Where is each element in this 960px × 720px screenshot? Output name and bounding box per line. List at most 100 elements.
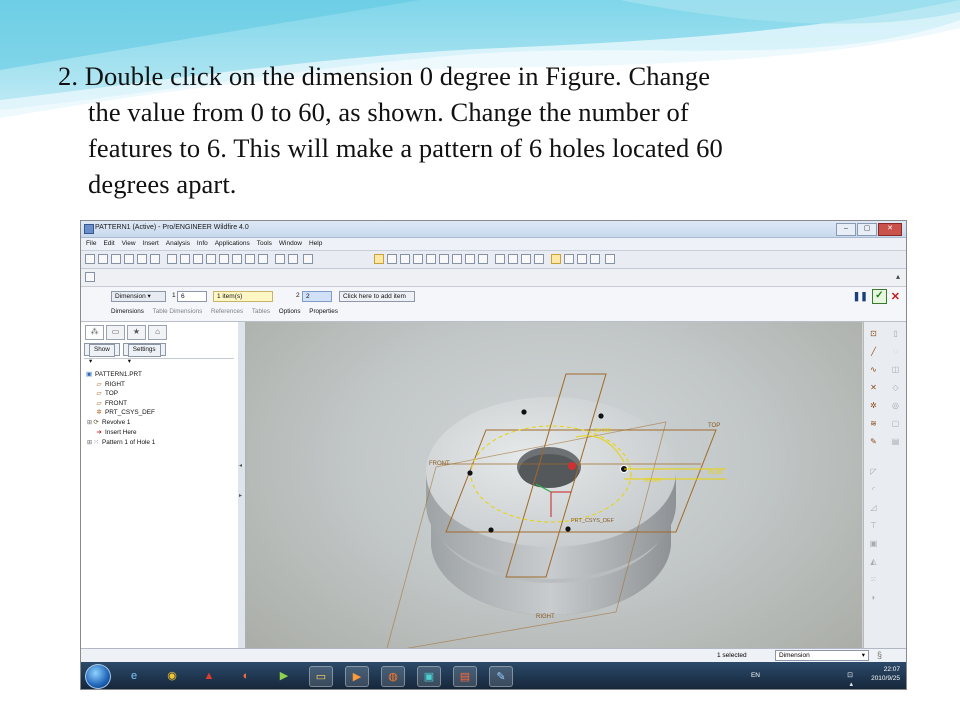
tree-item-csys[interactable]: ✲ PRT_CSYS_DEF — [85, 408, 155, 418]
powerpoint-icon[interactable]: ▤ — [453, 666, 477, 687]
tree-item-insert-here[interactable]: ➔ Insert Here — [85, 428, 155, 438]
view-manager-icon[interactable] — [478, 254, 488, 264]
angle-dimension[interactable]: 25.000 — [594, 428, 611, 434]
status-info-icon[interactable]: § — [877, 650, 882, 660]
shading-icon[interactable] — [534, 254, 544, 264]
direction2-add-item[interactable]: Click here to add item — [339, 291, 415, 302]
reorient-icon[interactable] — [439, 254, 449, 264]
thicken-tool-icon[interactable]: ◗ — [868, 592, 879, 603]
menu-analysis[interactable]: Analysis — [166, 238, 190, 250]
menu-tools[interactable]: Tools — [257, 238, 272, 250]
connections-tab-icon[interactable]: ⌂ — [148, 325, 167, 340]
merge-tool-icon[interactable]: ▣ — [868, 538, 879, 549]
rib-tool-icon[interactable]: ▤ — [890, 436, 901, 447]
layers-icon[interactable] — [465, 254, 475, 264]
cut-icon[interactable] — [193, 254, 203, 264]
refit-icon[interactable] — [426, 254, 436, 264]
tab-properties[interactable]: Properties — [309, 308, 338, 315]
tab-tables[interactable]: Tables — [252, 308, 270, 315]
datum-points-icon[interactable] — [577, 254, 587, 264]
csys-tool-icon[interactable]: ✲ — [868, 400, 879, 411]
tab-references[interactable]: References — [211, 308, 243, 315]
proe-taskbar-icon[interactable]: ▣ — [417, 666, 441, 687]
close-button[interactable]: ✕ — [878, 223, 902, 236]
shell-tool-icon[interactable]: ▢ — [890, 418, 901, 429]
direction1-count-input[interactable]: 6 — [177, 291, 207, 302]
cancel-icon[interactable]: ✕ — [891, 290, 900, 303]
tree-item-pattern[interactable]: ⊞⁙ Pattern 1 of Hole 1 — [85, 438, 155, 449]
zoom-in-icon[interactable] — [400, 254, 410, 264]
tab-table-dimensions[interactable]: Table Dimensions — [153, 308, 203, 315]
trim-tool-icon[interactable]: ◭ — [868, 556, 879, 567]
menu-window[interactable]: Window — [279, 238, 302, 250]
no-hidden-icon[interactable] — [521, 254, 531, 264]
direction2-count-input[interactable]: 2 — [302, 291, 332, 302]
orient-icon[interactable] — [374, 254, 384, 264]
sketch-curve-tool-icon[interactable]: ∿ — [868, 364, 879, 375]
draft-tool-icon[interactable]: ◸ — [868, 466, 879, 477]
extrude-tool-icon[interactable]: ▯ — [890, 328, 901, 339]
wireframe-icon[interactable] — [495, 254, 505, 264]
tray-icons[interactable]: ⊡ ▴ ▮ ♪ ▂ — [847, 671, 856, 689]
media-player-icon[interactable]: ▶ — [345, 666, 369, 687]
clock-time[interactable]: 22:07 — [871, 665, 900, 674]
panel-splitter[interactable]: ◂ ▸ — [238, 322, 246, 667]
paste-icon[interactable] — [219, 254, 229, 264]
revolve-tool-icon[interactable]: ◌ — [890, 346, 901, 357]
menu-edit[interactable]: Edit — [103, 238, 114, 250]
search-icon[interactable] — [275, 254, 285, 264]
collapse-left-icon[interactable]: ◂ — [239, 462, 242, 469]
undo-icon[interactable] — [167, 254, 177, 264]
creo-icon[interactable]: ◐ — [235, 666, 257, 685]
tree-item-revolve[interactable]: ⊞⟳ Revolve 1 — [85, 418, 155, 429]
analysis-tool-icon[interactable]: ≋ — [868, 418, 879, 429]
email-link-icon[interactable] — [150, 254, 160, 264]
menu-insert[interactable]: Insert — [143, 238, 159, 250]
menu-info[interactable]: Info — [197, 238, 208, 250]
redo-icon[interactable] — [180, 254, 190, 264]
copy-icon[interactable] — [206, 254, 216, 264]
smart-filter-icon[interactable] — [85, 272, 95, 282]
paste-special-icon[interactable] — [232, 254, 242, 264]
tree-item-front[interactable]: ▱ FRONT — [85, 399, 155, 409]
new-file-icon[interactable] — [85, 254, 95, 264]
selection-filter-dropdown[interactable]: Dimension ▾ — [775, 650, 869, 661]
menu-file[interactable]: File — [86, 238, 96, 250]
select-box-icon[interactable] — [303, 254, 313, 264]
chrome-icon[interactable]: ◉ — [161, 666, 183, 685]
email-icon[interactable] — [137, 254, 147, 264]
mirror-tool-icon[interactable]: ⊤ — [868, 520, 879, 531]
ie-icon[interactable]: e — [123, 666, 145, 685]
collapse-arrow-icon[interactable]: ▴ — [896, 272, 900, 281]
round-tool-icon[interactable]: ◜ — [868, 484, 879, 495]
expand-right-icon[interactable]: ▸ — [239, 492, 242, 499]
blend-tool-icon[interactable]: ◇ — [890, 382, 901, 393]
open-file-icon[interactable] — [98, 254, 108, 264]
regenerate-icon[interactable] — [245, 254, 255, 264]
radius-dimension[interactable]: 25.00 — [708, 470, 722, 476]
pause-icon[interactable]: ❚❚ — [853, 291, 868, 302]
tab-dimensions[interactable]: Dimensions — [111, 308, 144, 315]
hidden-line-icon[interactable] — [508, 254, 518, 264]
menu-view[interactable]: View — [122, 238, 136, 250]
tool-icon[interactable]: ✎ — [489, 666, 513, 687]
check-icon[interactable]: ✓ — [871, 289, 887, 304]
datum-point-tool-icon[interactable]: ✕ — [868, 382, 879, 393]
datum-plane-tool-icon[interactable]: ⊡ — [868, 328, 879, 339]
tree-item-top[interactable]: ▱ TOP — [85, 389, 155, 399]
media-icon[interactable]: ▶ — [273, 666, 295, 685]
saved-views-icon[interactable] — [452, 254, 462, 264]
language-indicator[interactable]: EN — [751, 671, 760, 680]
pattern-tool-icon[interactable]: ⁙ — [868, 574, 879, 585]
save-icon[interactable] — [111, 254, 121, 264]
menu-help[interactable]: Help — [309, 238, 322, 250]
tab-options[interactable]: Options — [279, 308, 301, 315]
clock-date[interactable]: 2010/9/25 — [871, 674, 900, 683]
show-menu-button[interactable]: Show ▾ — [84, 343, 120, 365]
sweep-tool-icon[interactable]: ◫ — [890, 364, 901, 375]
menu-applications[interactable]: Applications — [215, 238, 250, 250]
spin-center-icon[interactable] — [387, 254, 397, 264]
firefox-icon[interactable]: ◍ — [381, 666, 405, 687]
sketch-tool-icon[interactable]: ✎ — [868, 436, 879, 447]
explorer-icon[interactable]: ▭ — [309, 666, 333, 687]
